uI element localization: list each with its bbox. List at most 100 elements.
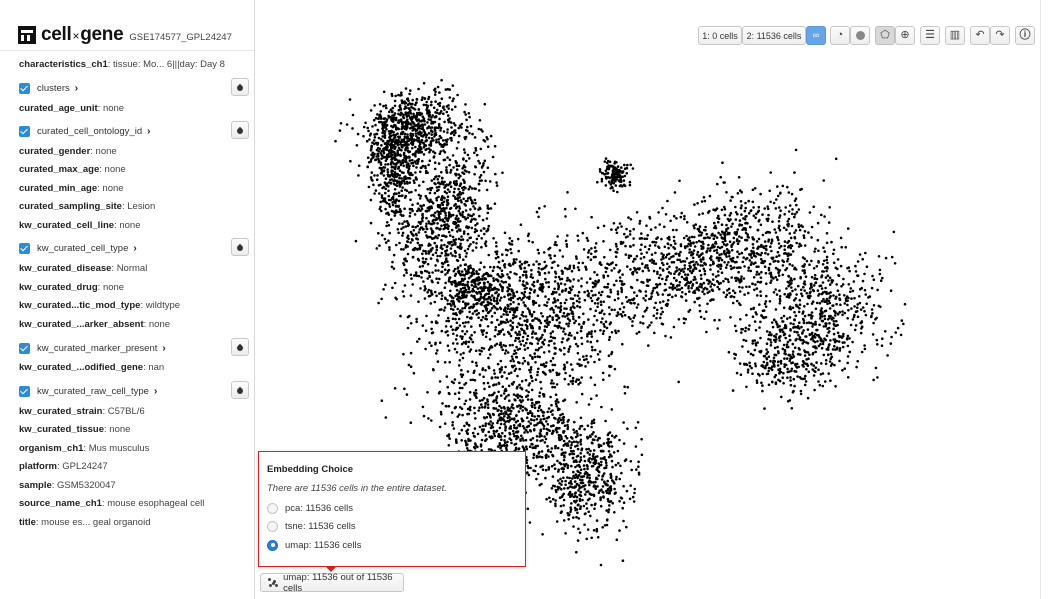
- metadata-kw-curated-disease: kw_curated_disease: Normal: [19, 263, 148, 274]
- category-label[interactable]: curated_cell_ontology_id: [37, 126, 142, 137]
- cell-point: [621, 242, 624, 245]
- cell-point: [701, 252, 704, 255]
- cell-point: [567, 383, 570, 386]
- cell-point: [512, 260, 516, 264]
- checkbox-curated-cell-ontology-id[interactable]: [19, 125, 30, 137]
- cell-point: [533, 469, 537, 473]
- selection-2-button[interactable]: 2: 11536 cells: [742, 26, 806, 45]
- cell-point: [575, 550, 578, 554]
- category-kw-curated-marker-present[interactable]: kw_curated_marker_present ›: [19, 338, 249, 358]
- category-label[interactable]: kw_curated_raw_cell_type: [37, 386, 149, 397]
- chevron-right-icon[interactable]: ›: [154, 386, 157, 397]
- pie-icon[interactable]: ◔: [830, 26, 850, 45]
- category-label[interactable]: kw_curated_cell_type: [37, 243, 128, 254]
- checkbox-kw-curated-cell-type[interactable]: [19, 242, 30, 254]
- cell-point: [406, 118, 409, 121]
- cell-point: [550, 266, 554, 270]
- cell-point: [429, 126, 432, 130]
- cell-point: [471, 340, 475, 344]
- cell-point: [446, 198, 449, 202]
- category-clusters[interactable]: clusters ›: [19, 78, 249, 98]
- cell-point: [458, 255, 462, 259]
- cell-point: [685, 257, 689, 260]
- cell-point: [602, 276, 606, 279]
- cell-point: [460, 126, 463, 129]
- cell-point: [440, 78, 443, 82]
- cell-point: [399, 210, 403, 213]
- cell-point: [377, 184, 381, 187]
- cell-point: [495, 302, 499, 305]
- selection-1-button[interactable]: 1: 0 cells: [698, 26, 742, 45]
- cell-point: [435, 197, 438, 200]
- cell-point: [367, 185, 371, 189]
- color-by-button[interactable]: [231, 338, 249, 356]
- cell-point: [633, 257, 636, 261]
- category-label[interactable]: kw_curated_marker_present: [37, 343, 157, 354]
- cell-point: [684, 283, 688, 286]
- chevron-right-icon[interactable]: ›: [133, 243, 136, 254]
- category-kw-curated-raw-cell-type[interactable]: kw_curated_raw_cell_type ›: [19, 381, 249, 401]
- cell-point: [398, 241, 401, 245]
- cell-point: [563, 424, 567, 428]
- cell-point: [544, 295, 547, 298]
- cell-point: [436, 108, 439, 112]
- cell-point: [602, 449, 605, 453]
- cell-point: [411, 256, 415, 259]
- checkbox-kw-curated-raw-cell-type[interactable]: [19, 385, 30, 397]
- cell-point: [539, 439, 542, 443]
- cell-point: [397, 194, 401, 198]
- cell-point: [802, 236, 806, 240]
- cell-point: [497, 390, 500, 394]
- dot-icon[interactable]: [850, 26, 870, 45]
- checkbox-clusters[interactable]: [19, 82, 30, 94]
- cell-point: [714, 275, 718, 278]
- cell-point: [655, 285, 659, 289]
- undo-icon[interactable]: ↶: [970, 26, 990, 45]
- category-kw-curated-cell-type[interactable]: kw_curated_cell_type ›: [19, 238, 249, 258]
- cell-point: [417, 136, 421, 140]
- cell-point: [633, 314, 637, 317]
- list-icon[interactable]: ☰: [920, 26, 940, 45]
- cell-point: [490, 376, 494, 379]
- category-curated-cell-ontology-id[interactable]: curated_cell_ontology_id ›: [19, 121, 249, 141]
- color-by-button[interactable]: [231, 121, 249, 139]
- cell-point: [590, 536, 593, 540]
- cell-point: [421, 216, 425, 219]
- color-by-button[interactable]: [231, 381, 249, 399]
- chevron-right-icon[interactable]: ›: [147, 126, 150, 137]
- venn-icon[interactable]: ∞: [806, 26, 826, 45]
- histogram-icon[interactable]: ▥: [945, 26, 965, 45]
- cell-point: [551, 484, 555, 488]
- cell-point: [366, 165, 369, 169]
- chevron-right-icon[interactable]: ›: [75, 83, 78, 94]
- cell-point: [436, 321, 439, 325]
- cell-point: [567, 350, 570, 353]
- cell-point: [418, 184, 421, 187]
- redo-icon[interactable]: ↷: [990, 26, 1010, 45]
- cell-point: [720, 230, 724, 233]
- chevron-right-icon[interactable]: ›: [162, 343, 165, 354]
- cell-point: [592, 452, 595, 456]
- color-by-button[interactable]: [231, 78, 249, 96]
- checkbox-kw-curated-marker-present[interactable]: [19, 342, 30, 354]
- cell-point: [558, 461, 561, 465]
- cell-point: [446, 316, 450, 320]
- zoom-icon[interactable]: ⊕: [895, 26, 915, 45]
- cell-point: [400, 177, 403, 180]
- info-icon[interactable]: ⓘ: [1015, 26, 1035, 45]
- cell-point: [559, 282, 563, 285]
- cell-point: [719, 233, 722, 236]
- lasso-icon[interactable]: ⬠: [875, 26, 895, 45]
- category-label[interactable]: clusters: [37, 83, 70, 94]
- cell-point: [441, 195, 444, 198]
- cell-point: [446, 128, 449, 131]
- cell-point: [662, 300, 665, 303]
- cell-point: [417, 87, 420, 91]
- cell-point: [655, 237, 658, 240]
- cell-point: [521, 445, 525, 449]
- color-by-button[interactable]: [231, 238, 249, 256]
- cell-point: [635, 332, 639, 335]
- cell-point: [387, 189, 390, 193]
- cell-point: [635, 294, 639, 298]
- cell-point: [415, 317, 418, 321]
